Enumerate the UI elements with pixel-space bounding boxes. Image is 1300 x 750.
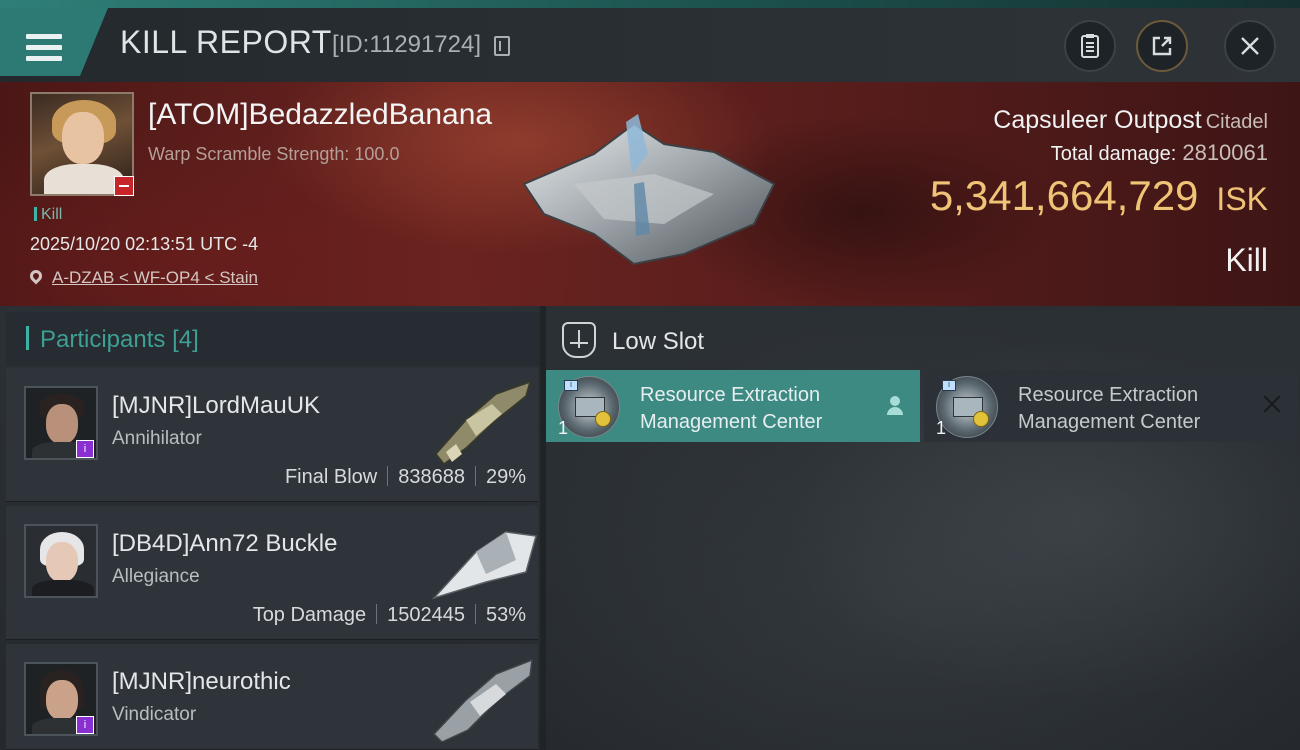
hostile-badge-icon	[114, 176, 134, 196]
annihilator-ship-image	[435, 380, 532, 466]
allegiance-ship-image	[431, 531, 537, 600]
victim-banner: [ATOM]BedazzledBanana Warp Scramble Stre…	[0, 82, 1300, 306]
clipboard-icon	[1081, 34, 1099, 58]
module-item[interactable]: I 1 Resource Extraction Management Cente…	[546, 370, 920, 442]
low-slot-header: Low Slot	[546, 312, 1300, 370]
total-damage-value: 2810061	[1182, 140, 1268, 165]
vindicator-ship-image	[432, 658, 533, 742]
participant-row[interactable]: [DB4D]Ann72 Buckle Allegiance Top Damage…	[6, 506, 538, 640]
low-slot-icon	[562, 322, 596, 358]
tech-level-badge: I	[942, 380, 956, 391]
participant-row[interactable]: i [MJNR]LordMauUK Annihilator Final Blow…	[6, 368, 538, 502]
participant-stats: Top Damage 1502445 53%	[253, 604, 526, 627]
participant-ship: Annihilator	[112, 428, 202, 449]
victim-ship-name[interactable]: Capsuleer Outpost	[993, 106, 1201, 134]
location-link[interactable]: A-DZAB < WF-OP4 < Stain	[52, 268, 258, 287]
victim-ship-line: Capsuleer Outpost Citadel	[993, 106, 1268, 135]
close-icon	[1241, 37, 1259, 55]
participant-name: [MJNR]LordMauUK	[112, 392, 321, 419]
copy-icon[interactable]	[494, 36, 510, 56]
participant-percent: 29%	[485, 466, 526, 488]
share-button[interactable]	[1136, 20, 1188, 72]
kill-location[interactable]: A-DZAB < WF-OP4 < Stain	[27, 267, 258, 288]
module-item[interactable]: I 1 Resource Extraction Management Cente…	[924, 370, 1298, 442]
total-damage-label: Total damage:	[1050, 143, 1177, 165]
participant-name: [MJNR]neurothic	[112, 668, 291, 695]
isk-value: 5,341,664,729	[929, 172, 1199, 219]
close-button[interactable]	[1224, 20, 1276, 72]
page-title: KILL REPORT	[120, 24, 332, 60]
participant-name: [DB4D]Ann72 Buckle	[112, 530, 338, 557]
victim-ship-class: Citadel	[1205, 111, 1268, 133]
info-badge-icon: i	[76, 716, 94, 734]
participant-role: Final Blow	[284, 466, 378, 488]
tech-level-badge: I	[564, 380, 578, 391]
module-quantity: 1	[936, 418, 947, 438]
module-quantity: 1	[558, 418, 569, 438]
destroyed-x-icon	[1260, 392, 1284, 416]
participant-percent: 53%	[485, 604, 526, 626]
info-badge-icon: i	[76, 440, 94, 458]
pilot-icon	[886, 396, 904, 416]
kill-tag: Kill	[34, 206, 62, 224]
low-slot-title: Low Slot	[612, 328, 705, 355]
participant-stats: Final Blow 838688 29%	[285, 466, 526, 489]
module-name: Resource Extraction Management Center	[640, 384, 823, 433]
module-name: Resource Extraction Management Center	[1018, 384, 1201, 433]
participant-portrait[interactable]	[24, 524, 98, 598]
citadel-ship-image	[522, 114, 776, 266]
participant-role: Top Damage	[252, 604, 367, 626]
kill-timestamp: 2025/10/20 02:13:51 UTC -4	[30, 234, 259, 254]
hamburger-icon	[26, 34, 62, 64]
top-accent-bar	[0, 0, 1300, 8]
victim-subtitle: Warp Scramble Strength: 100.0	[148, 144, 400, 164]
participants-header: Participants [4]	[6, 312, 540, 366]
participant-damage: 1502445	[387, 604, 465, 626]
victim-name[interactable]: [ATOM]BedazzledBanana	[148, 98, 492, 132]
participant-row[interactable]: i [MJNR]neurothic Vindicator	[6, 644, 538, 750]
isk-unit: ISK	[1216, 181, 1268, 217]
report-type: Kill	[1225, 242, 1268, 278]
report-id: [ID:11291724]	[332, 31, 482, 58]
share-icon	[1152, 36, 1172, 56]
isk-value-line: 5,341,664,729 ISK	[930, 172, 1268, 220]
location-pin-icon	[27, 267, 45, 285]
participants-count: [4]	[172, 326, 199, 353]
participants-title: Participants [4]	[40, 326, 199, 353]
clipboard-button[interactable]	[1064, 20, 1116, 72]
participant-damage: 838688	[398, 466, 465, 488]
participant-ship: Vindicator	[112, 704, 197, 725]
total-damage-line: Total damage: 2810061	[1051, 140, 1268, 166]
participant-ship: Allegiance	[112, 566, 200, 587]
